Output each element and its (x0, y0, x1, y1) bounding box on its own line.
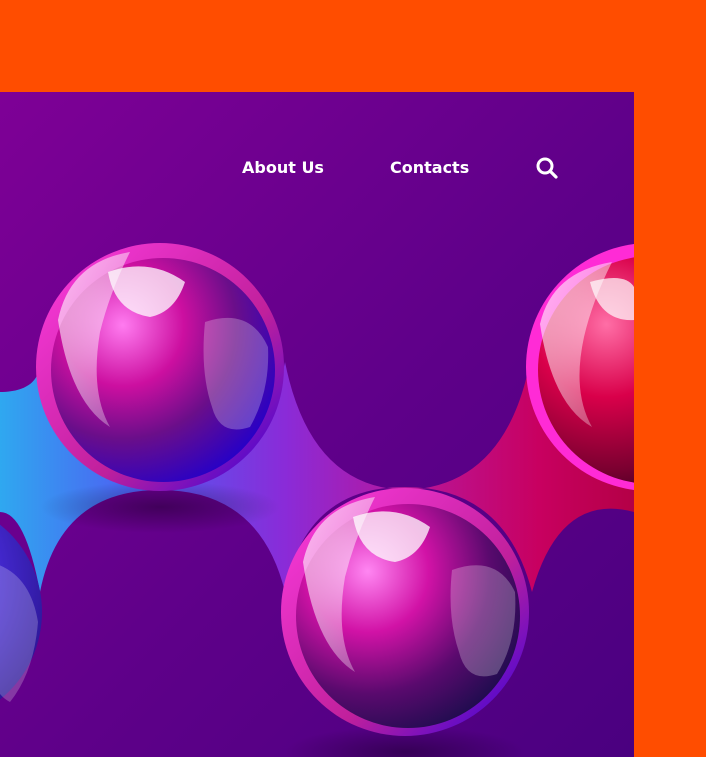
hero-artwork (0, 92, 634, 757)
search-icon (536, 157, 558, 179)
nav-about-us[interactable]: About Us (242, 156, 324, 180)
orange-frame-right (634, 0, 706, 757)
nav-contacts[interactable]: Contacts (390, 156, 469, 180)
sphere-bottom-center (281, 488, 529, 736)
hero-banner: About Us Contacts (0, 92, 634, 757)
page: About Us Contacts (0, 0, 706, 757)
search-button[interactable] (534, 155, 560, 181)
sphere-top-left (36, 243, 284, 491)
orange-frame-top (0, 0, 706, 92)
